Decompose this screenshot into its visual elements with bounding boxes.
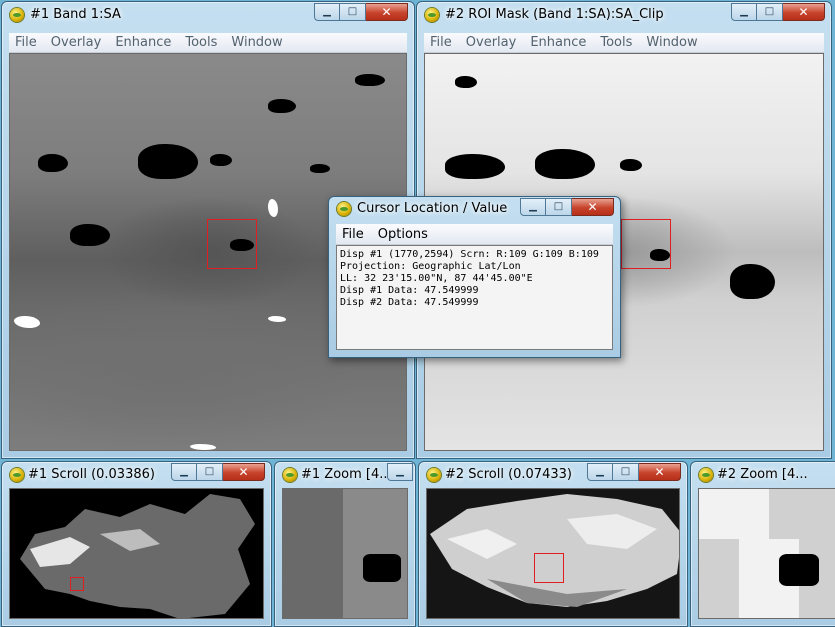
snow-mark [268, 199, 278, 217]
maximize-button[interactable]: □ [197, 463, 223, 481]
menu-tools[interactable]: Tools [179, 35, 225, 50]
lake-mark [363, 554, 401, 582]
minimize-button[interactable]: ▁ [520, 198, 546, 216]
scroll2-image-view[interactable] [426, 488, 680, 619]
lake-mark [38, 154, 68, 172]
menu-file[interactable]: File [9, 35, 45, 50]
band-window-titlebar[interactable]: #1 Band 1:SA ▁ □ ✕ [2, 2, 414, 29]
menu-enhance[interactable]: Enhance [524, 35, 594, 50]
lake-mark [210, 154, 232, 166]
maximize-button[interactable]: □ [613, 463, 639, 481]
envi-globe-icon [283, 468, 297, 482]
cursor-info-line: Projection: Geographic Lat/Lon [340, 261, 521, 272]
band-window-title: #1 Band 1:SA [30, 7, 121, 22]
zoom2-window[interactable]: #2 Zoom [4... [690, 461, 835, 627]
scroll1-image-view[interactable] [9, 488, 264, 619]
minimize-button[interactable]: ▁ [387, 463, 413, 481]
lake-mark [620, 159, 642, 171]
zoom-pixel-block [699, 489, 769, 539]
lake-mark [355, 74, 385, 86]
minimize-button[interactable]: ▁ [587, 463, 613, 481]
plateau-map-thumbnail [430, 494, 679, 607]
envi-globe-icon [337, 202, 351, 216]
maximize-button[interactable]: □ [340, 3, 366, 21]
envi-globe-icon [10, 468, 24, 482]
cursor-info-line: Disp #1 (1770,2594) Scrn: R:109 G:109 B:… [340, 249, 599, 260]
china-map-thumbnail [20, 494, 255, 618]
maximize-button[interactable]: □ [757, 3, 783, 21]
scroll2-titlebar[interactable]: #2 Scroll (0.07433) ▁ □ ✕ [419, 462, 687, 489]
cursor-info-line: Disp #2 Data: 47.549999 [340, 297, 479, 308]
zoom2-title: #2 Zoom [4... [717, 467, 808, 482]
scroll2-title: #2 Scroll (0.07433) [445, 467, 572, 482]
lake-mark [445, 154, 505, 179]
snow-mark [268, 316, 286, 322]
menu-file[interactable]: File [424, 35, 460, 50]
close-button[interactable]: ✕ [223, 463, 265, 481]
zoom2-image-view[interactable] [698, 488, 835, 619]
scroll1-window[interactable]: #1 Scroll (0.03386) ▁ □ ✕ [1, 461, 272, 627]
cursor-info-line: Disp #1 Data: 47.549999 [340, 285, 479, 296]
minimize-button[interactable]: ▁ [314, 3, 340, 21]
cursor-location-dialog[interactable]: Cursor Location / Value ▁ □ ✕ File Optio… [328, 196, 621, 358]
lake-mark [310, 164, 330, 173]
cursor-dialog-titlebar[interactable]: Cursor Location / Value ▁ □ ✕ [329, 197, 620, 221]
envi-globe-icon [425, 8, 439, 22]
menu-file[interactable]: File [336, 227, 372, 242]
zoom1-titlebar[interactable]: #1 Zoom [4... ▁ [275, 462, 415, 489]
menu-window[interactable]: Window [640, 35, 705, 50]
close-button[interactable]: ✕ [572, 198, 614, 216]
zoom2-titlebar[interactable]: #2 Zoom [4... [691, 462, 835, 489]
maximize-button[interactable]: □ [546, 198, 572, 216]
zoom-region-box[interactable] [621, 219, 671, 269]
band-window-menubar: File Overlay Enhance Tools Window [9, 33, 407, 53]
lake-mark [455, 76, 477, 88]
zoom-pixel-block [283, 489, 343, 618]
envi-globe-icon [427, 468, 441, 482]
cursor-dialog-title: Cursor Location / Value [357, 201, 508, 216]
menu-overlay[interactable]: Overlay [45, 35, 110, 50]
scroll1-title: #1 Scroll (0.03386) [28, 467, 155, 482]
scroll-region-box[interactable] [534, 553, 564, 583]
minimize-button[interactable]: ▁ [171, 463, 197, 481]
roi-window-menubar: File Overlay Enhance Tools Window [424, 33, 824, 53]
envi-globe-icon [10, 8, 24, 22]
menu-tools[interactable]: Tools [594, 35, 640, 50]
zoom1-title: #1 Zoom [4... [301, 467, 392, 482]
menu-window[interactable]: Window [225, 35, 290, 50]
menu-options[interactable]: Options [372, 227, 436, 242]
close-button[interactable]: ✕ [783, 3, 825, 21]
menu-overlay[interactable]: Overlay [460, 35, 525, 50]
lake-mark [138, 144, 198, 179]
close-button[interactable]: ✕ [639, 463, 681, 481]
lake-mark [70, 224, 110, 246]
lake-mark [779, 554, 819, 586]
minimize-button[interactable]: ▁ [731, 3, 757, 21]
scroll-region-box[interactable] [70, 577, 84, 591]
roi-window-title: #2 ROI Mask (Band 1:SA):SA_Clip [445, 7, 664, 22]
cursor-dialog-menubar: File Options [336, 224, 613, 245]
envi-globe-icon [699, 468, 713, 482]
cursor-info-line: LL: 32 23'15.00"N, 87 44'45.00"E [340, 273, 533, 284]
close-button[interactable]: ✕ [366, 3, 408, 21]
lake-mark [535, 149, 595, 179]
zoom-region-box[interactable] [207, 219, 257, 269]
roi-window-titlebar[interactable]: #2 ROI Mask (Band 1:SA):SA_Clip ▁ □ ✕ [417, 2, 831, 29]
zoom1-window[interactable]: #1 Zoom [4... ▁ [274, 461, 416, 627]
lake-mark [268, 99, 296, 113]
cursor-info-textbox[interactable]: Disp #1 (1770,2594) Scrn: R:109 G:109 B:… [336, 245, 613, 350]
lake-mark [730, 264, 775, 299]
menu-enhance[interactable]: Enhance [109, 35, 179, 50]
scroll2-window[interactable]: #2 Scroll (0.07433) ▁ □ ✕ [418, 461, 688, 627]
zoom1-image-view[interactable] [282, 488, 408, 619]
scroll1-titlebar[interactable]: #1 Scroll (0.03386) ▁ □ ✕ [2, 462, 271, 489]
